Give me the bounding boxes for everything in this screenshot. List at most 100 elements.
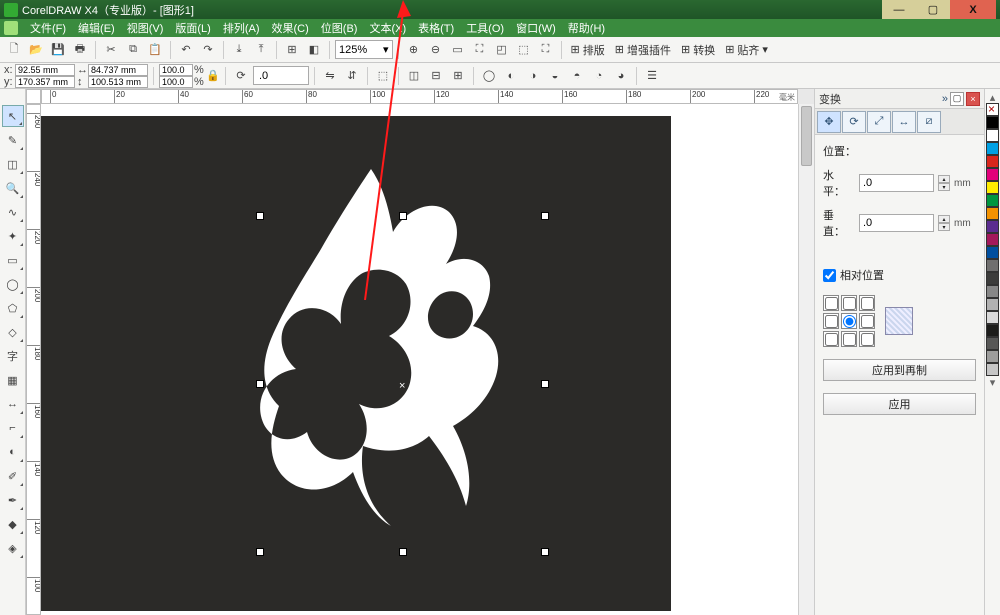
tab-skew-icon[interactable]: ⧄ <box>917 111 941 133</box>
height-input[interactable] <box>88 76 148 88</box>
ellipse-tool-icon[interactable]: ◯ <box>2 273 24 295</box>
chevron-down-icon[interactable]: ▾ <box>383 43 389 56</box>
intersect-icon[interactable]: ◑ <box>523 66 543 86</box>
relative-checkbox[interactable] <box>823 269 836 282</box>
dimension-tool-icon[interactable]: ↔ <box>2 393 24 415</box>
menu-file[interactable]: 文件(F) <box>24 20 72 36</box>
trim-icon[interactable]: ◐ <box>501 66 521 86</box>
rotation-input-wrap[interactable] <box>253 66 309 85</box>
selection-handle[interactable] <box>541 212 549 220</box>
color-swatch[interactable] <box>986 324 999 337</box>
vertical-input[interactable] <box>859 214 934 232</box>
selection-handle[interactable] <box>256 212 264 220</box>
color-swatch[interactable] <box>986 220 999 233</box>
color-swatch[interactable] <box>986 233 999 246</box>
rotation-input[interactable] <box>257 70 293 82</box>
pick-tool-icon[interactable]: ↖ <box>2 105 24 127</box>
mirror-h-icon[interactable]: ⇋ <box>320 66 340 86</box>
zoom-combo[interactable]: ▾ <box>335 40 393 59</box>
import-icon[interactable]: ⤓ <box>229 40 249 60</box>
zoom-fit-icon[interactable]: ⛶ <box>470 40 490 60</box>
docker-float-button[interactable]: ▢ <box>950 92 964 106</box>
menu-table[interactable]: 表格(T) <box>412 20 460 36</box>
smart-fill-tool-icon[interactable]: ✦ <box>2 225 24 247</box>
spinner-buttons[interactable]: ▴▾ <box>938 215 950 231</box>
relative-checkbox-row[interactable]: 相对位置 <box>823 267 976 283</box>
zoom-tool-icon[interactable]: 🔍 <box>2 177 24 199</box>
horizontal-input[interactable] <box>859 174 934 192</box>
vertical-scrollbar[interactable] <box>798 104 814 615</box>
redo-icon[interactable]: ↷ <box>198 40 218 60</box>
color-swatch[interactable] <box>986 181 999 194</box>
color-swatch[interactable] <box>986 142 999 155</box>
cut-icon[interactable]: ✂ <box>101 40 121 60</box>
zoom-out-icon[interactable]: ⊖ <box>426 40 446 60</box>
color-swatch[interactable] <box>986 129 999 142</box>
color-swatch[interactable] <box>986 363 999 376</box>
break-icon[interactable]: ⊞ <box>448 66 468 86</box>
color-swatch[interactable] <box>986 168 999 181</box>
y-input[interactable] <box>15 76 75 88</box>
enhance-plugin-button[interactable]: ⊞增强插件 <box>611 40 675 60</box>
print-icon[interactable]: 🖶 <box>70 40 90 60</box>
close-button[interactable]: X <box>950 0 996 19</box>
back-minus-front-icon[interactable]: ◔ <box>589 66 609 86</box>
docker-close-button[interactable]: × <box>966 92 980 106</box>
menu-bitmap[interactable]: 位图(B) <box>315 20 364 36</box>
weld-icon[interactable]: ◯ <box>479 66 499 86</box>
effects-tool-icon[interactable]: ◐ <box>2 441 24 463</box>
scale-y-input[interactable] <box>159 76 193 88</box>
width-input[interactable] <box>88 64 148 76</box>
snap-button[interactable]: ⊞贴齐▾ <box>721 40 772 60</box>
layout-plugin-button[interactable]: ⊞排版 <box>567 40 609 60</box>
tab-position-icon[interactable]: ✥ <box>817 111 841 133</box>
zoom-in-icon[interactable]: ⊕ <box>404 40 424 60</box>
convert-button[interactable]: ⊞转换 <box>677 40 719 60</box>
selection-handle[interactable] <box>399 548 407 556</box>
copy-icon[interactable]: ⧉ <box>123 40 143 60</box>
menu-arrange[interactable]: 排列(A) <box>217 20 266 36</box>
horizontal-ruler[interactable]: 毫米 020406080100120140160180200220 <box>41 89 798 104</box>
basic-shapes-tool-icon[interactable]: ◇ <box>2 321 24 343</box>
vertical-ruler[interactable]: 260240220200180160140120100 <box>26 104 41 615</box>
tab-rotate-icon[interactable]: ⟳ <box>842 111 866 133</box>
zoom-all-icon[interactable]: ⬚ <box>514 40 534 60</box>
color-swatch[interactable] <box>986 207 999 220</box>
menu-text[interactable]: 文本(X) <box>363 20 412 36</box>
lock-ratio-icon[interactable]: 🔒 <box>206 69 220 83</box>
eyedropper-tool-icon[interactable]: ✐ <box>2 465 24 487</box>
spinner-buttons[interactable]: ▴▾ <box>938 175 950 191</box>
zoom-input[interactable] <box>339 44 383 56</box>
color-swatch[interactable] <box>986 259 999 272</box>
tab-scale-icon[interactable]: ⤢ <box>867 111 891 133</box>
app-launcher-icon[interactable]: ⊞ <box>282 40 302 60</box>
fill-tool-icon[interactable]: ◆ <box>2 513 24 535</box>
menu-edit[interactable]: 编辑(E) <box>72 20 121 36</box>
ruler-origin[interactable] <box>26 89 41 104</box>
anchor-grid[interactable] <box>823 295 875 347</box>
color-swatch[interactable] <box>986 350 999 363</box>
shape-tool-icon[interactable]: ✎ <box>2 129 24 151</box>
combine-icon[interactable]: ◫ <box>404 66 424 86</box>
menu-help[interactable]: 帮助(H) <box>562 20 611 36</box>
color-swatch[interactable] <box>986 272 999 285</box>
open-icon[interactable]: 📂 <box>26 40 46 60</box>
ungroup-icon[interactable]: ⬚ <box>373 66 393 86</box>
connector-tool-icon[interactable]: ⌐ <box>2 417 24 439</box>
canvas[interactable]: × <box>41 104 798 615</box>
scale-x-input[interactable] <box>159 64 193 76</box>
export-icon[interactable]: ⤒ <box>251 40 271 60</box>
selection-handle[interactable] <box>256 548 264 556</box>
scrollbar-thumb[interactable] <box>801 106 812 166</box>
selection-center-icon[interactable]: × <box>399 380 407 388</box>
text-tool-icon[interactable]: 字 <box>2 345 24 367</box>
x-input[interactable] <box>15 64 75 76</box>
group-icon[interactable]: ⊟ <box>426 66 446 86</box>
docker-titlebar[interactable]: 变换 » ▢ × <box>815 89 984 109</box>
selection-handle[interactable] <box>541 380 549 388</box>
outline-tool-icon[interactable]: ✒ <box>2 489 24 511</box>
color-swatch[interactable] <box>986 311 999 324</box>
freehand-tool-icon[interactable]: ∿ <box>2 201 24 223</box>
align-icon[interactable]: ☰ <box>642 66 662 86</box>
selected-character-shape[interactable] <box>211 154 531 534</box>
